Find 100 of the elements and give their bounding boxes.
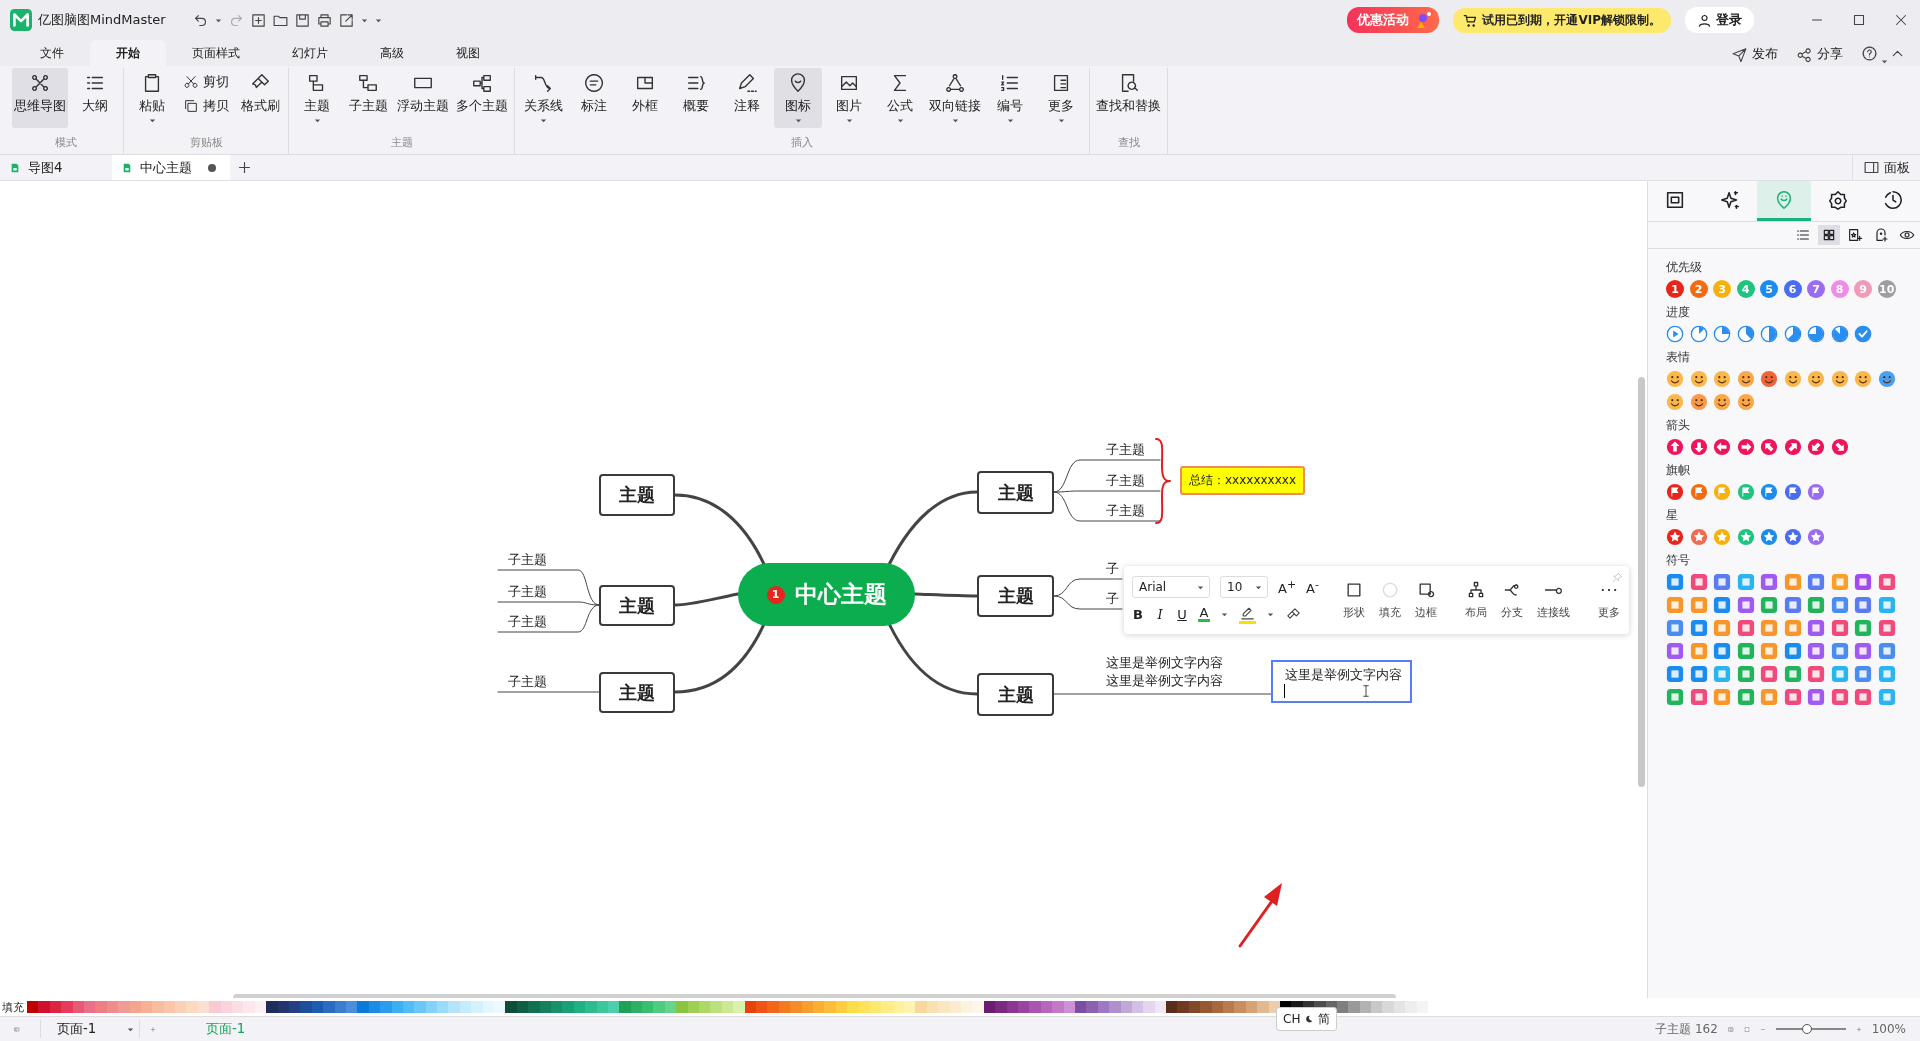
- section-title: 符号: [1666, 552, 1692, 569]
- ime-tooltip[interactable]: CH 简: [1276, 1007, 1338, 1031]
- font-color-button[interactable]: A: [1198, 606, 1210, 622]
- menu-tab[interactable]: 高级: [354, 40, 430, 66]
- group-label: 查找: [1117, 135, 1140, 151]
- login-text: 登录: [1716, 11, 1742, 29]
- ribbon-button[interactable]: 粘贴: [128, 68, 176, 128]
- section-title: 进度: [1666, 304, 1692, 321]
- toolbar-button[interactable]: 布局: [1460, 580, 1491, 620]
- ribbon-button[interactable]: 关系线: [519, 68, 567, 128]
- ribbon-button[interactable]: 格式刷: [236, 68, 284, 128]
- ribbon-button[interactable]: 拷贝: [179, 96, 233, 116]
- topic-node[interactable]: 主题: [977, 673, 1054, 716]
- tab-label: 中心主题: [140, 158, 192, 177]
- grow-font-button[interactable]: A$^{+}$: [1278, 577, 1296, 597]
- panel-toggle[interactable]: 面板: [1852, 155, 1920, 180]
- topic-node[interactable]: 主题: [977, 575, 1054, 617]
- section-title: 旗帜: [1666, 462, 1692, 479]
- central-topic[interactable]: 1 中心主题: [738, 563, 915, 626]
- toolbar-button[interactable]: 填充: [1374, 580, 1405, 620]
- subtopic-text[interactable]: 子主题: [1106, 503, 1145, 519]
- ribbon-button[interactable]: 公式: [876, 68, 924, 128]
- toolbar-button[interactable]: 边框: [1410, 580, 1441, 620]
- section-title: 星: [1666, 507, 1680, 524]
- central-topic-text: 中心主题: [794, 580, 887, 609]
- font-select[interactable]: Arial: [1132, 576, 1210, 598]
- ribbon-button[interactable]: 标注: [570, 68, 618, 128]
- edit-text: 这里是举例文字内容: [1285, 666, 1402, 684]
- ribbon-button[interactable]: 更多: [1037, 68, 1085, 128]
- ribbon-button[interactable]: 子主题: [344, 68, 392, 128]
- italic-button[interactable]: I: [1154, 606, 1166, 622]
- priority-badge: 1: [766, 585, 785, 604]
- group-label: 剪贴板: [189, 135, 223, 151]
- share-button[interactable]: 分享: [1796, 42, 1843, 66]
- topic-node[interactable]: 主题: [599, 672, 675, 713]
- ribbon-button[interactable]: 思维导图: [12, 68, 68, 128]
- topic-node[interactable]: 主题: [599, 585, 675, 626]
- document-tab[interactable]: 导图4: [0, 155, 112, 180]
- tab-label: 导图4: [28, 158, 63, 177]
- shrink-font-button[interactable]: A$^{-}$: [1306, 577, 1319, 597]
- note-text[interactable]: 这里是举例文字内容: [1106, 673, 1223, 689]
- ribbon-button[interactable]: 概要: [672, 68, 720, 128]
- page-select[interactable]: 页面-1: [39, 1020, 140, 1038]
- menu-tab[interactable]: 文件: [14, 40, 90, 66]
- priority-icon[interactable]: 6: [1783, 280, 1802, 298]
- subtopic-text[interactable]: 子主题: [508, 674, 547, 690]
- subtopic-text[interactable]: 子主题: [508, 584, 547, 600]
- priority-icon[interactable]: 1: [1666, 280, 1685, 298]
- toolbar-button[interactable]: 形状: [1338, 580, 1369, 620]
- subtopic-text[interactable]: 子主题: [1106, 442, 1145, 458]
- toolbar-button[interactable]: 分支: [1496, 580, 1527, 620]
- ribbon-button[interactable]: 剪切: [179, 72, 233, 92]
- topic-node[interactable]: 主题: [977, 471, 1054, 514]
- menu-tab[interactable]: 开始: [90, 40, 166, 66]
- text-edit-box[interactable]: 这里是举例文字内容: [1271, 660, 1412, 703]
- group-label: 主题: [390, 135, 413, 151]
- toolbar-button[interactable]: 更多: [1593, 580, 1624, 620]
- ribbon-button[interactable]: 图标: [774, 68, 822, 128]
- topic-node[interactable]: 主题: [599, 474, 675, 516]
- subtopic-text[interactable]: 子主题: [1106, 473, 1145, 489]
- subtopic-text[interactable]: 子主题: [508, 552, 547, 568]
- group-label: 模式: [54, 135, 77, 151]
- vip-text: 试用已到期，开通VIP解锁限制。: [1482, 11, 1661, 29]
- summary-node[interactable]: 总结：xxxxxxxxxx: [1180, 466, 1305, 495]
- priority-icon[interactable]: 7: [1807, 280, 1826, 298]
- menu-tab[interactable]: 视图: [430, 40, 506, 66]
- topic-count: 子主题 162: [1655, 1020, 1718, 1038]
- promo-button[interactable]: 优惠活动: [1347, 7, 1440, 33]
- subtopic-text[interactable]: 子主题: [508, 614, 547, 630]
- menu-tab[interactable]: 页面样式: [166, 40, 266, 66]
- zoom-level: 100%: [1871, 1022, 1906, 1036]
- section-title: 优先级: [1666, 259, 1704, 276]
- login-button[interactable]: 登录: [1685, 7, 1754, 33]
- ribbon-button[interactable]: 浮动主题: [395, 68, 451, 128]
- menu-tab[interactable]: 幻灯片: [266, 40, 354, 66]
- toolbar-button[interactable]: 连接线: [1532, 580, 1574, 620]
- underline-button[interactable]: U: [1176, 606, 1188, 622]
- ribbon-button[interactable]: 多个主题: [454, 68, 510, 128]
- ribbon-button[interactable]: 图片: [825, 68, 873, 128]
- note-text[interactable]: 这里是举例文字内容: [1106, 655, 1223, 671]
- ribbon-button[interactable]: 大纲: [71, 68, 119, 128]
- fill-label: 填充: [2, 999, 24, 1015]
- ribbon-button[interactable]: 编号: [986, 68, 1034, 128]
- ime-language: CH: [1283, 1012, 1301, 1026]
- ribbon-button[interactable]: 主题: [293, 68, 341, 128]
- section-title: 箭头: [1666, 417, 1692, 434]
- publish-button[interactable]: 发布: [1731, 42, 1778, 66]
- ribbon-button[interactable]: 外框: [621, 68, 669, 128]
- ime-mode: 简: [1318, 1010, 1331, 1028]
- vip-button[interactable]: 试用已到期，开通VIP解锁限制。: [1453, 7, 1671, 33]
- subtopic-text[interactable]: 子: [1106, 561, 1119, 577]
- ribbon-button[interactable]: 查找和替换: [1094, 68, 1163, 128]
- group-label: 插入: [791, 135, 813, 151]
- subtopic-text[interactable]: 子: [1106, 591, 1119, 607]
- bold-button[interactable]: B: [1132, 606, 1144, 622]
- section-title: 表情: [1666, 349, 1692, 366]
- size-select[interactable]: 10: [1220, 576, 1268, 598]
- document-tab[interactable]: 中心主题: [112, 155, 230, 180]
- ribbon-button[interactable]: 注释: [723, 68, 771, 128]
- ribbon-button[interactable]: 双向链接: [927, 68, 983, 128]
